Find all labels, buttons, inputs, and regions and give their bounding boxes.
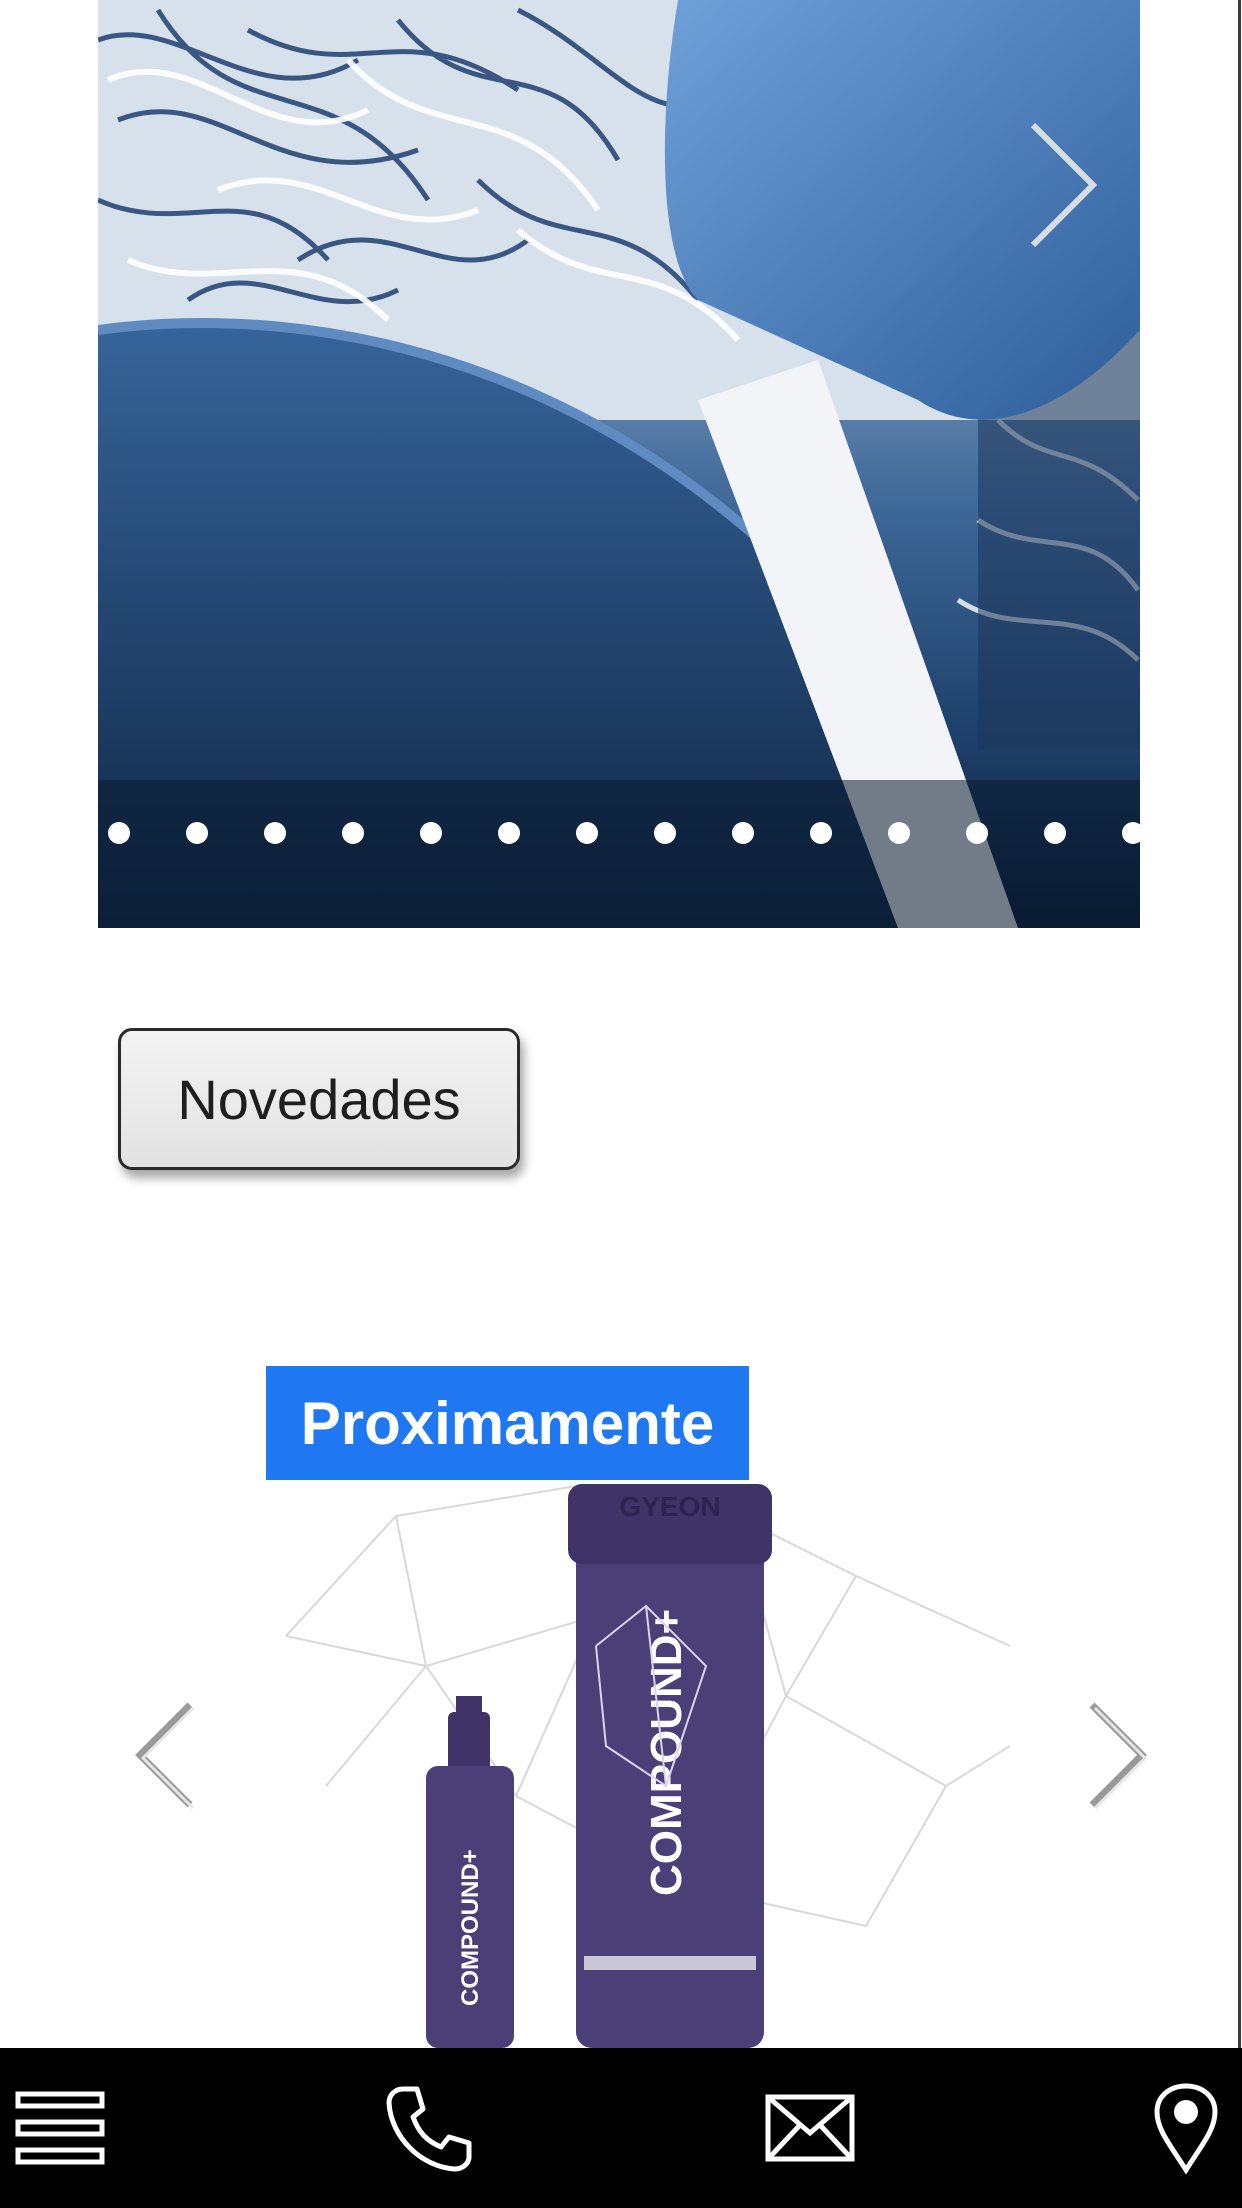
right-divider bbox=[1238, 0, 1241, 2048]
novedades-button[interactable]: Novedades bbox=[118, 1028, 520, 1170]
page: Novedades GYEON COMPOUND+ COMPOUND+ Prox… bbox=[0, 0, 1242, 2208]
small-bottle: COMPOUND+ bbox=[426, 1696, 514, 2048]
hero-next-chevron-right-icon[interactable] bbox=[1023, 120, 1103, 250]
svg-text:GYEON: GYEON bbox=[619, 1491, 720, 1522]
phone-button[interactable] bbox=[370, 2048, 490, 2208]
pagination-dot[interactable] bbox=[810, 822, 832, 844]
map-pin-icon bbox=[1154, 2083, 1218, 2174]
proximamente-badge: Proximamente bbox=[266, 1366, 749, 1480]
mail-button[interactable] bbox=[750, 2048, 870, 2208]
pagination-dot[interactable] bbox=[420, 822, 442, 844]
pagination-dot[interactable] bbox=[1122, 822, 1140, 844]
pagination-dot[interactable] bbox=[498, 822, 520, 844]
svg-text:COMPOUND+: COMPOUND+ bbox=[457, 1849, 484, 2006]
product-prev-chevron-left-icon[interactable] bbox=[130, 1700, 200, 1810]
pagination-dot[interactable] bbox=[966, 822, 988, 844]
hero-slide-image bbox=[98, 0, 1140, 928]
pagination-dot[interactable] bbox=[186, 822, 208, 844]
pagination-dot[interactable] bbox=[576, 822, 598, 844]
location-button[interactable] bbox=[1130, 2048, 1242, 2208]
product-next-chevron-right-icon[interactable] bbox=[1082, 1700, 1152, 1810]
menu-icon bbox=[15, 2091, 105, 2165]
hero-pagination-dots bbox=[98, 822, 1140, 848]
pagination-dot[interactable] bbox=[1044, 822, 1066, 844]
pagination-dot[interactable] bbox=[654, 822, 676, 844]
pagination-dot[interactable] bbox=[108, 822, 130, 844]
menu-button[interactable] bbox=[0, 2048, 120, 2208]
bottom-action-bar bbox=[0, 2048, 1242, 2208]
pagination-dot[interactable] bbox=[732, 822, 754, 844]
pagination-dot[interactable] bbox=[264, 822, 286, 844]
hero-slider[interactable] bbox=[98, 0, 1140, 928]
large-bottle: GYEON COMPOUND+ bbox=[568, 1484, 772, 2048]
mail-icon bbox=[765, 2094, 855, 2162]
phone-icon bbox=[386, 2086, 472, 2172]
svg-text:COMPOUND+: COMPOUND+ bbox=[642, 1609, 691, 1896]
pagination-dot[interactable] bbox=[888, 822, 910, 844]
pagination-dot[interactable] bbox=[342, 822, 364, 844]
